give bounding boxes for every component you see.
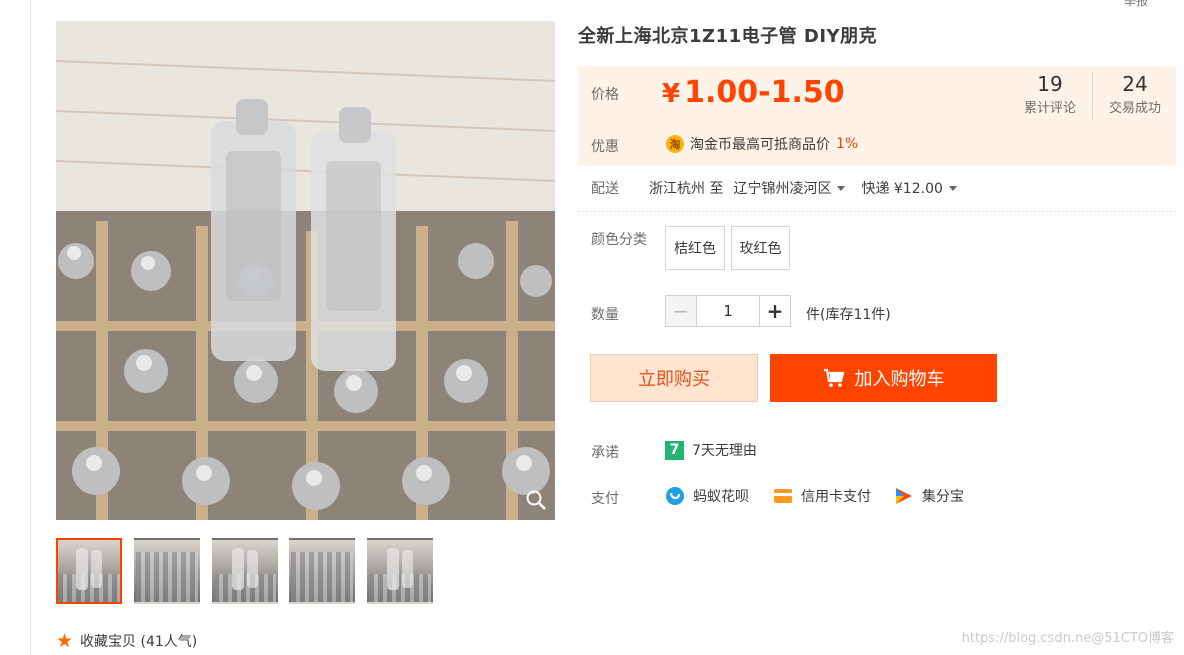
quantity-label: 数量 xyxy=(591,307,619,323)
promise-item[interactable]: 7 7天无理由 xyxy=(665,440,757,460)
payment-method-label: 信用卡支付 xyxy=(801,489,871,505)
price-range: 1.00-1.50 xyxy=(684,75,845,110)
chevron-down-icon[interactable] xyxy=(837,185,846,191)
cart-icon xyxy=(823,368,844,387)
payment-method-label: 蚂蚁花呗 xyxy=(693,489,749,505)
divider xyxy=(578,211,1176,212)
review-counter[interactable]: 19 累计评论 xyxy=(1008,72,1092,116)
delivery-label: 配送 xyxy=(591,181,619,197)
thumbnail-1[interactable] xyxy=(56,538,122,604)
thumbnail-strip xyxy=(56,538,436,604)
favorite-button[interactable]: ★ 收藏宝贝 (41人气) xyxy=(56,630,197,652)
color-option-orange-red[interactable]: 桔红色 xyxy=(665,226,725,270)
price-label: 价格 xyxy=(591,87,619,103)
huabei-icon xyxy=(666,487,684,505)
payment-method-label: 集分宝 xyxy=(922,489,964,505)
page-left-border xyxy=(30,0,31,655)
product-title: 全新上海北京1Z11电子管 DIY朋克 xyxy=(578,26,878,47)
watermark: https://blog.csdn.ne@51CTO博客 xyxy=(961,631,1174,646)
color-label: 颜色分类 xyxy=(591,232,647,248)
delivery-row: 配送 浙江杭州 至 辽宁锦州凌河区 快递 ¥12.00 xyxy=(591,178,973,198)
favorite-text: 收藏宝贝 (41人气) xyxy=(80,634,198,650)
delivery-method[interactable]: 快递 ¥12.00 xyxy=(861,178,942,198)
price-panel: 价格 ¥1.00-1.50 19 累计评论 24 交易成功 优惠 淘 淘金币最高… xyxy=(578,66,1176,166)
review-label: 累计评论 xyxy=(1023,101,1076,116)
quantity-plus-button[interactable]: + xyxy=(759,295,791,327)
deal-label: 交易成功 xyxy=(1108,101,1161,116)
payment-jifenbao[interactable]: 集分宝 xyxy=(894,486,964,506)
promo-info: 淘 淘金币最高可抵商品价 1% xyxy=(666,134,858,154)
currency-symbol: ¥ xyxy=(662,79,681,109)
main-product-image[interactable] xyxy=(56,21,555,520)
taobao-coin-icon: 淘 xyxy=(666,135,684,153)
promo-percent: 1% xyxy=(836,136,859,152)
quantity-minus-button[interactable]: − xyxy=(665,295,697,327)
jifenbao-icon xyxy=(896,488,912,504)
star-icon: ★ xyxy=(56,629,74,652)
payment-credit-card[interactable]: 信用卡支付 xyxy=(773,486,871,506)
stock-info: 件(库存11件) xyxy=(806,307,891,323)
credit-card-icon xyxy=(774,489,792,503)
quantity-stepper: − 1 + xyxy=(665,295,791,327)
thumbnail-4[interactable] xyxy=(289,538,355,604)
delivery-destination[interactable]: 辽宁锦州凌河区 xyxy=(733,178,831,198)
deal-count: 24 xyxy=(1122,72,1148,96)
promo-label: 优惠 xyxy=(591,139,619,155)
review-count: 19 xyxy=(1037,72,1063,96)
promise-label: 承诺 xyxy=(591,445,619,461)
buy-now-button[interactable]: 立即购买 xyxy=(590,354,758,402)
quantity-input[interactable]: 1 xyxy=(697,295,759,327)
deal-counter: 24 交易成功 xyxy=(1092,72,1177,120)
color-option-rose-red[interactable]: 玫红色 xyxy=(731,226,790,270)
promo-text: 淘金币最高可抵商品价 xyxy=(690,137,830,153)
add-to-cart-label: 加入购物车 xyxy=(854,369,945,390)
payment-huabei[interactable]: 蚂蚁花呗 xyxy=(665,486,749,506)
promise-text: 7天无理由 xyxy=(692,443,757,459)
thumbnail-3[interactable] xyxy=(212,538,278,604)
zoom-icon[interactable] xyxy=(525,489,547,511)
delivery-from: 浙江杭州 至 xyxy=(649,181,724,197)
thumbnail-2[interactable] xyxy=(134,538,200,604)
add-to-cart-button[interactable]: 加入购物车 xyxy=(770,354,997,402)
chevron-down-icon[interactable] xyxy=(948,185,957,191)
price-value: ¥1.00-1.50 xyxy=(662,75,845,110)
report-link[interactable]: 举报 xyxy=(1124,0,1148,9)
payment-label: 支付 xyxy=(591,491,619,507)
seven-day-return-icon: 7 xyxy=(665,440,684,460)
buy-now-label: 立即购买 xyxy=(638,369,710,390)
thumbnail-5[interactable] xyxy=(367,538,433,604)
